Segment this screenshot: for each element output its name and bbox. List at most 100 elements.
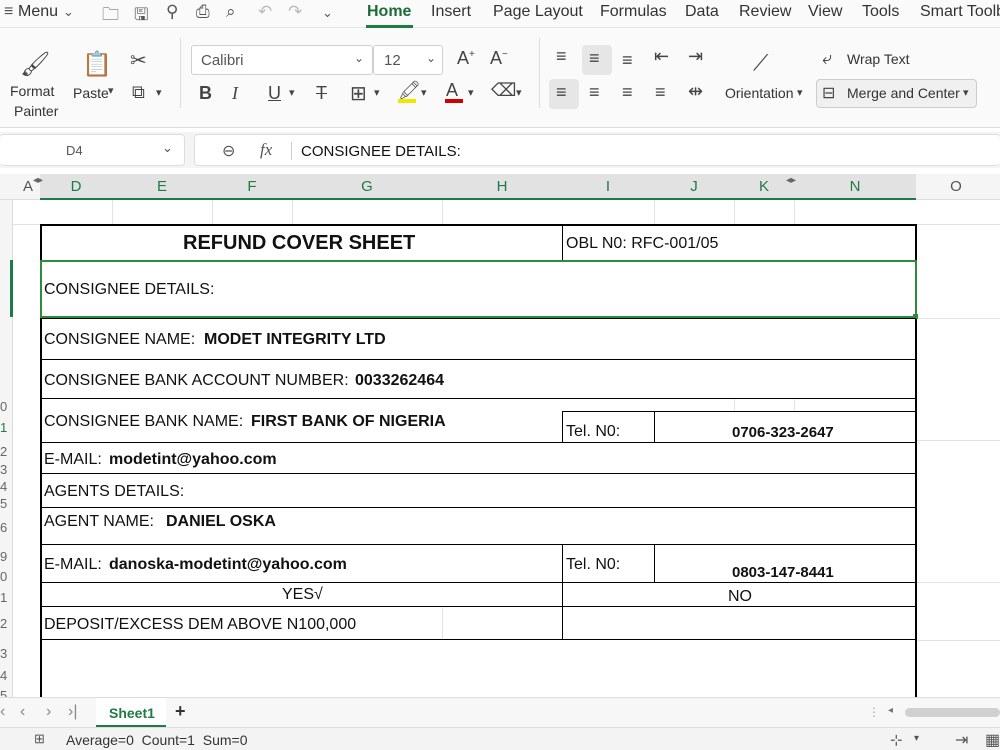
underline-icon[interactable]: U (268, 83, 281, 104)
tab-splitter-icon[interactable]: ⋮ (868, 705, 880, 719)
format-painter-label-line1[interactable]: Format (10, 83, 54, 99)
agent-email-label[interactable]: E-MAIL: (44, 556, 102, 574)
tab-data[interactable]: Data (685, 3, 719, 21)
page-layout-view-icon[interactable]: ▦ (985, 730, 1000, 750)
tab-home[interactable]: Home (367, 3, 411, 21)
column-header-i[interactable]: I (562, 178, 654, 195)
borders-dropdown-icon[interactable]: ▾ (374, 86, 380, 99)
row-header[interactable]: 3 (0, 646, 7, 661)
formula-input[interactable]: ⊖ fx CONSIGNEE DETAILS: (194, 134, 1000, 166)
wrap-text-icon[interactable]: ⤶ (822, 48, 832, 69)
hamburger-icon[interactable]: ≡ (4, 3, 13, 21)
tab-formulas[interactable]: Formulas (600, 3, 667, 21)
redo-icon[interactable]: ↷ (288, 2, 302, 22)
eraser-dropdown-icon[interactable]: ▾ (516, 86, 522, 99)
open-folder-icon[interactable]: 🗀 (102, 2, 119, 31)
paste-icon[interactable]: 📋 (82, 50, 112, 79)
orientation-icon[interactable]: ⟋ (753, 50, 768, 76)
copy-dropdown-icon[interactable]: ▾ (156, 86, 162, 99)
tab-smart-toolbox[interactable]: Smart Toolb (920, 3, 1000, 21)
tab-view[interactable]: View (808, 3, 842, 21)
column-header-o[interactable]: O (916, 178, 996, 195)
column-header-d[interactable]: D (40, 178, 112, 195)
tab-page-layout[interactable]: Page Layout (493, 3, 583, 21)
column-header-e[interactable]: E (112, 178, 212, 195)
increase-indent-icon[interactable]: ⇥ (688, 46, 703, 67)
bold-icon[interactable]: B (199, 83, 212, 104)
column-header-h[interactable]: H (442, 178, 562, 195)
tab-review[interactable]: Review (739, 3, 791, 21)
distributed-icon[interactable]: ⇹ (688, 81, 703, 102)
eraser-icon[interactable]: ⌫ (491, 80, 516, 101)
row-header[interactable]: 6 (0, 520, 7, 535)
sheet-title[interactable]: REFUND COVER SHEET (183, 232, 415, 255)
row-header[interactable]: 0 (0, 399, 7, 414)
column-header-j[interactable]: J (654, 178, 734, 195)
agent-email-value[interactable]: danoska-modetint@yahoo.com (109, 556, 347, 574)
row-header[interactable]: 3 (0, 462, 7, 477)
orientation-button[interactable]: Orientation (725, 85, 793, 101)
last-sheet-icon[interactable]: ›| (68, 703, 77, 721)
account-number-value[interactable]: 0033262464 (355, 372, 444, 390)
agent-name-label[interactable]: AGENT NAME: (44, 513, 154, 531)
deposit-label[interactable]: DEPOSIT/EXCESS DEM ABOVE N100,000 (44, 616, 356, 634)
tab-insert[interactable]: Insert (431, 3, 471, 21)
underline-dropdown-icon[interactable]: ▾ (289, 86, 295, 99)
row-header[interactable]: 0 (0, 569, 7, 584)
merge-center-button[interactable]: ⊟ Merge and Center ▾ (816, 79, 977, 108)
tab-tools[interactable]: Tools (862, 3, 899, 21)
justify-icon[interactable]: ≡ (655, 82, 666, 103)
increase-font-icon[interactable]: A+ (457, 48, 475, 69)
format-painter-label-line2[interactable]: Painter (14, 103, 58, 119)
font-color-icon[interactable]: A (446, 80, 458, 101)
align-center-icon[interactable]: ≡ (589, 82, 600, 103)
font-name-select[interactable]: Calibri ⌄ (191, 45, 373, 75)
no-option[interactable]: NO (728, 588, 752, 606)
bank-name-value[interactable]: FIRST BANK OF NIGERIA (251, 413, 446, 431)
align-bottom-icon[interactable]: ≡ (622, 50, 633, 71)
row-header[interactable]: 5 (0, 496, 7, 511)
sheet-tab-sheet1[interactable]: Sheet1 (96, 698, 166, 727)
decrease-indent-icon[interactable]: ⇤ (654, 46, 669, 67)
prev-sheet-icon[interactable]: ‹ (20, 703, 25, 721)
fill-color-icon[interactable]: 🖍 (398, 80, 421, 101)
scroll-left-icon[interactable]: ◂ (888, 705, 893, 716)
font-size-select[interactable]: 12 ⌄ (373, 45, 443, 75)
yes-option[interactable]: YES√ (282, 586, 323, 604)
orientation-dropdown-icon[interactable]: ▾ (797, 86, 803, 99)
tel-value[interactable]: 0706-323-2647 (732, 424, 834, 441)
row-header[interactable]: 1 (0, 590, 7, 605)
consignee-details-heading[interactable]: CONSIGNEE DETAILS: (44, 281, 214, 299)
more-chevron-icon[interactable]: ⌄ (322, 5, 333, 21)
strikethrough-icon[interactable]: T (316, 83, 327, 104)
align-top-icon[interactable]: ≡ (556, 46, 567, 67)
fx-icon[interactable]: fx (260, 140, 272, 160)
borders-icon[interactable]: ⊞ (350, 81, 367, 106)
next-sheet-icon[interactable]: › (46, 703, 51, 721)
print-icon[interactable]: ⎙ (196, 2, 210, 22)
align-left-icon[interactable]: ≡ (556, 82, 567, 103)
save-icon[interactable]: 🖫 (134, 2, 148, 31)
agent-name-value[interactable]: DANIEL OSKA (166, 513, 276, 531)
name-box[interactable]: D4 ⌄ (0, 134, 185, 166)
view-options-icon[interactable]: ⊹ (890, 731, 903, 749)
email-value[interactable]: modetint@yahoo.com (109, 451, 277, 469)
row-header[interactable]: 2 (0, 616, 7, 631)
agent-tel-value[interactable]: 0803-147-8441 (732, 564, 834, 581)
paste-button[interactable]: Paste (73, 85, 109, 101)
tel-label[interactable]: Tel. N0: (566, 423, 620, 441)
agent-tel-label[interactable]: Tel. N0: (566, 556, 620, 574)
wrap-text-button[interactable]: Wrap Text (847, 51, 910, 67)
add-sheet-button[interactable]: + (175, 701, 186, 722)
print-preview-icon[interactable]: ⌕ (226, 2, 236, 22)
cut-icon[interactable]: ✂ (130, 48, 147, 73)
column-header-k[interactable]: K (734, 178, 794, 195)
bank-name-label[interactable]: CONSIGNEE BANK NAME: (44, 413, 243, 431)
horizontal-scrollbar[interactable] (905, 708, 1000, 717)
consignee-name-label[interactable]: CONSIGNEE NAME: (44, 331, 195, 349)
italic-icon[interactable]: I (232, 83, 238, 104)
agents-details-heading[interactable]: AGENTS DETAILS: (44, 483, 184, 501)
account-number-label[interactable]: CONSIGNEE BANK ACCOUNT NUMBER: (44, 372, 349, 390)
row-header[interactable]: 9 (0, 549, 7, 564)
consignee-name-value[interactable]: MODET INTEGRITY LTD (204, 331, 386, 349)
